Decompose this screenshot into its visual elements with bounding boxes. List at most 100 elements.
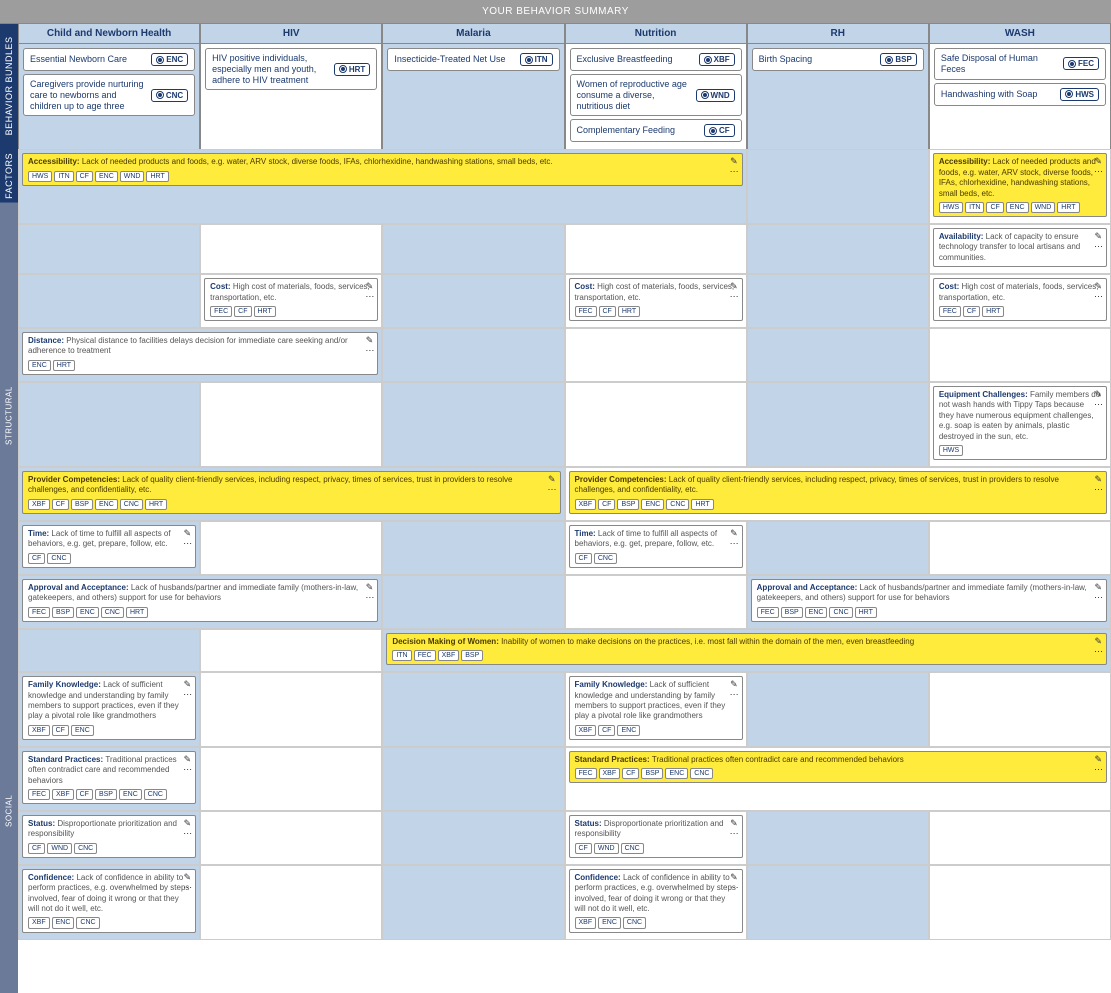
tag: HRT: [691, 499, 713, 510]
tag: WND: [120, 171, 145, 182]
more-icon[interactable]: ⋯: [183, 689, 191, 701]
bundle-code-badge: BSP: [880, 53, 916, 66]
factor-card-family[interactable]: ✎⋯Family Knowledge: Lack of sufficient k…: [569, 676, 743, 740]
bundle-code-badge: FEC: [1063, 57, 1099, 70]
tag: BSP: [461, 650, 483, 661]
tag: HRT: [254, 306, 276, 317]
more-icon[interactable]: ⋯: [730, 828, 738, 840]
factor-card-approval[interactable]: ✎⋯Approval and Acceptance: Lack of husba…: [751, 579, 1107, 622]
tag: ENC: [52, 917, 75, 928]
factor-cell: [200, 811, 382, 865]
factor-cell: ✎⋯Availability: Lack of capacity to ensu…: [929, 224, 1111, 274]
factor-card-family[interactable]: ✎⋯Family Knowledge: Lack of sufficient k…: [22, 676, 196, 740]
factor-card-availability[interactable]: ✎⋯Availability: Lack of capacity to ensu…: [933, 228, 1107, 267]
factor-card-cost[interactable]: ✎⋯Cost: High cost of materials, foods, s…: [569, 278, 743, 321]
factor-card-equipment[interactable]: ✎⋯Equipment Challenges: Family members d…: [933, 386, 1107, 460]
more-icon[interactable]: ⋯: [1094, 764, 1102, 776]
factor-card-accessibility[interactable]: ✎⋯Accessibility: Lack of needed products…: [933, 153, 1107, 217]
bundle-code-badge: XBF: [699, 53, 735, 66]
factor-card-status[interactable]: ✎⋯Status: Disproportionate prioritizatio…: [569, 815, 743, 858]
bundle-card[interactable]: Caregivers provide nurturing care to new…: [23, 74, 195, 116]
factor-card-confidence[interactable]: ✎⋯Confidence: Lack of confidence in abil…: [22, 869, 196, 933]
tag-row: FECCFHRT: [210, 306, 372, 317]
more-icon[interactable]: ⋯: [365, 592, 373, 604]
factor-cell: [18, 382, 200, 467]
tag: CF: [76, 171, 93, 182]
tag: XBF: [575, 725, 597, 736]
factor-cell: [565, 328, 747, 382]
bundle-card[interactable]: HIV positive individuals, especially men…: [205, 48, 377, 90]
factor-card-decision[interactable]: ✎⋯Decision Making of Women: Inability of…: [386, 633, 1107, 665]
factor-cell: [565, 382, 747, 467]
more-icon[interactable]: ⋯: [1094, 166, 1102, 178]
tag: CNC: [101, 607, 124, 618]
more-icon[interactable]: ⋯: [730, 538, 738, 550]
factor-cell: ✎⋯Provider Competencies: Lack of quality…: [18, 467, 565, 521]
more-icon[interactable]: ⋯: [183, 882, 191, 894]
side-label-factors: FACTORS: [0, 149, 18, 203]
factor-cell: ✎⋯Cost: High cost of materials, foods, s…: [565, 274, 747, 328]
more-icon[interactable]: ⋯: [1094, 646, 1102, 658]
more-icon[interactable]: ⋯: [1094, 592, 1102, 604]
more-icon[interactable]: ⋯: [1094, 484, 1102, 496]
factor-cell: ✎⋯Family Knowledge: Lack of sufficient k…: [18, 672, 200, 747]
tag: XBF: [52, 789, 74, 800]
factor-card-status[interactable]: ✎⋯Status: Disproportionate prioritizatio…: [22, 815, 196, 858]
more-icon[interactable]: ⋯: [1094, 241, 1102, 253]
factor-card-provider[interactable]: ✎⋯Provider Competencies: Lack of quality…: [22, 471, 561, 514]
bundle-card[interactable]: Essential Newborn CareENC: [23, 48, 195, 71]
bundle-card[interactable]: Handwashing with SoapHWS: [934, 83, 1106, 106]
bundle-card[interactable]: Safe Disposal of Human FecesFEC: [934, 48, 1106, 80]
more-icon[interactable]: ⋯: [730, 689, 738, 701]
more-icon[interactable]: ⋯: [1094, 399, 1102, 411]
bundle-card[interactable]: Complementary FeedingCF: [570, 119, 742, 142]
tag: CNC: [829, 607, 852, 618]
tag: CNC: [144, 789, 167, 800]
more-icon[interactable]: ⋯: [183, 764, 191, 776]
more-icon[interactable]: ⋯: [365, 291, 373, 303]
factor-card-time[interactable]: ✎⋯Time: Lack of time to fulfill all aspe…: [569, 525, 743, 568]
factor-card-provider[interactable]: ✎⋯Provider Competencies: Lack of quality…: [569, 471, 1108, 514]
tag: WND: [594, 843, 619, 854]
more-icon[interactable]: ⋯: [730, 291, 738, 303]
column-body: Essential Newborn CareENC Caregivers prov…: [18, 44, 200, 149]
column-body: Insecticide-Treated Net UseITN: [382, 44, 564, 149]
factor-card-cost[interactable]: ✎⋯Cost: High cost of materials, foods, s…: [204, 278, 378, 321]
factor-card-distance[interactable]: ✎⋯Distance: Physical distance to facilit…: [22, 332, 378, 375]
more-icon[interactable]: ⋯: [1094, 291, 1102, 303]
factor-card-confidence[interactable]: ✎⋯Confidence: Lack of confidence in abil…: [569, 869, 743, 933]
column-body: Exclusive BreastfeedingXBF Women of repro…: [565, 44, 747, 149]
tag: HRT: [855, 607, 877, 618]
more-icon[interactable]: ⋯: [183, 538, 191, 550]
more-icon[interactable]: ⋯: [548, 484, 556, 496]
bundle-card[interactable]: Women of reproductive age consume a dive…: [570, 74, 742, 116]
side-label-bundles: BEHAVIOR BUNDLES: [0, 23, 18, 149]
factor-cell: ✎⋯Accessibility: Lack of needed products…: [18, 149, 747, 224]
tag-row: CFCNC: [28, 553, 190, 564]
bundle-card[interactable]: Exclusive BreastfeedingXBF: [570, 48, 742, 71]
factor-card-time[interactable]: ✎⋯Time: Lack of time to fulfill all aspe…: [22, 525, 196, 568]
tag: CF: [986, 202, 1003, 213]
tag: CNC: [76, 917, 99, 928]
tag-row: FECXBFCFBSPENCCNC: [575, 768, 1102, 779]
tag: ENC: [95, 499, 118, 510]
bundle-card[interactable]: Birth SpacingBSP: [752, 48, 924, 71]
more-icon[interactable]: ⋯: [365, 345, 373, 357]
factor-card-standard[interactable]: ✎⋯Standard Practices: Traditional practi…: [569, 751, 1108, 783]
factor-cell: ✎⋯Distance: Physical distance to facilit…: [18, 328, 382, 382]
more-icon[interactable]: ⋯: [730, 882, 738, 894]
tag: FEC: [28, 789, 50, 800]
bundle-card[interactable]: Insecticide-Treated Net UseITN: [387, 48, 559, 71]
column-header: Malaria: [382, 23, 564, 44]
more-icon[interactable]: ⋯: [183, 828, 191, 840]
factor-card-standard[interactable]: ✎⋯Standard Practices: Traditional practi…: [22, 751, 196, 804]
tag: HWS: [939, 445, 963, 456]
factor-card-cost[interactable]: ✎⋯Cost: High cost of materials, foods, s…: [933, 278, 1107, 321]
tag: FEC: [939, 306, 961, 317]
factor-card-approval[interactable]: ✎⋯Approval and Acceptance: Lack of husba…: [22, 579, 378, 622]
tag: CF: [52, 499, 69, 510]
factor-cell: [747, 521, 929, 575]
more-icon[interactable]: ⋯: [730, 166, 738, 178]
tag: XBF: [575, 917, 597, 928]
factor-card-accessibility[interactable]: ✎⋯Accessibility: Lack of needed products…: [22, 153, 743, 185]
